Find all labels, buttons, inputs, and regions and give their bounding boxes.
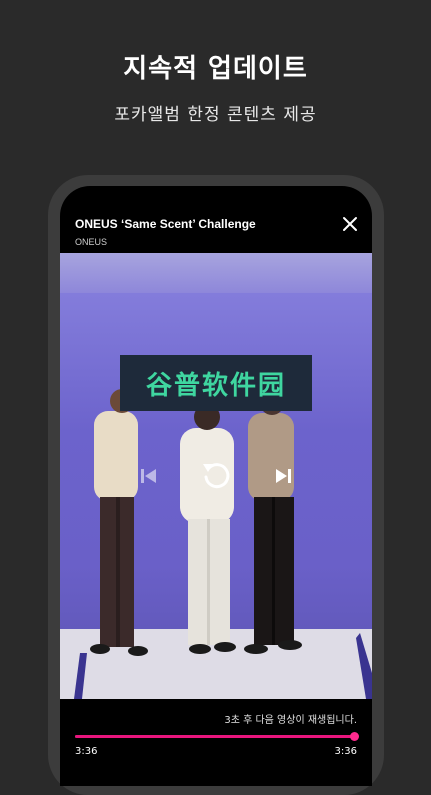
progress-track[interactable] bbox=[75, 735, 354, 738]
promo-title: 지속적 업데이트 bbox=[123, 54, 308, 84]
promo-subtitle: 포카앨범 한정 콘텐츠 제공 bbox=[114, 105, 317, 125]
skip-next-icon bbox=[276, 469, 291, 483]
video-player[interactable]: 谷普软件园 bbox=[60, 253, 372, 699]
close-icon bbox=[343, 217, 357, 231]
replay-icon bbox=[203, 463, 230, 489]
watermark-logo: 谷普软件园 bbox=[120, 355, 312, 411]
autoplay-next-message: 3초 후 다음 영상이 재생됩니다. bbox=[224, 715, 357, 726]
next-button[interactable] bbox=[272, 465, 294, 487]
player-controls-bar: 3초 후 다음 영상이 재생됩니다. 3:36 3:36 bbox=[60, 699, 372, 786]
close-button[interactable] bbox=[341, 215, 359, 233]
total-time: 3:36 bbox=[334, 746, 357, 757]
skip-previous-icon bbox=[141, 469, 156, 483]
video-title: ONEUS ‘Same Scent’ Challenge bbox=[75, 217, 256, 231]
phone-screen: ONEUS ‘Same Scent’ Challenge ONEUS 谷普软件园… bbox=[60, 186, 372, 786]
video-artist: ONEUS bbox=[75, 237, 108, 247]
progress-fill bbox=[75, 735, 354, 738]
previous-button[interactable] bbox=[138, 465, 160, 487]
current-time: 3:36 bbox=[75, 746, 98, 757]
replay-button[interactable] bbox=[199, 458, 233, 492]
progress-knob[interactable] bbox=[350, 732, 359, 741]
